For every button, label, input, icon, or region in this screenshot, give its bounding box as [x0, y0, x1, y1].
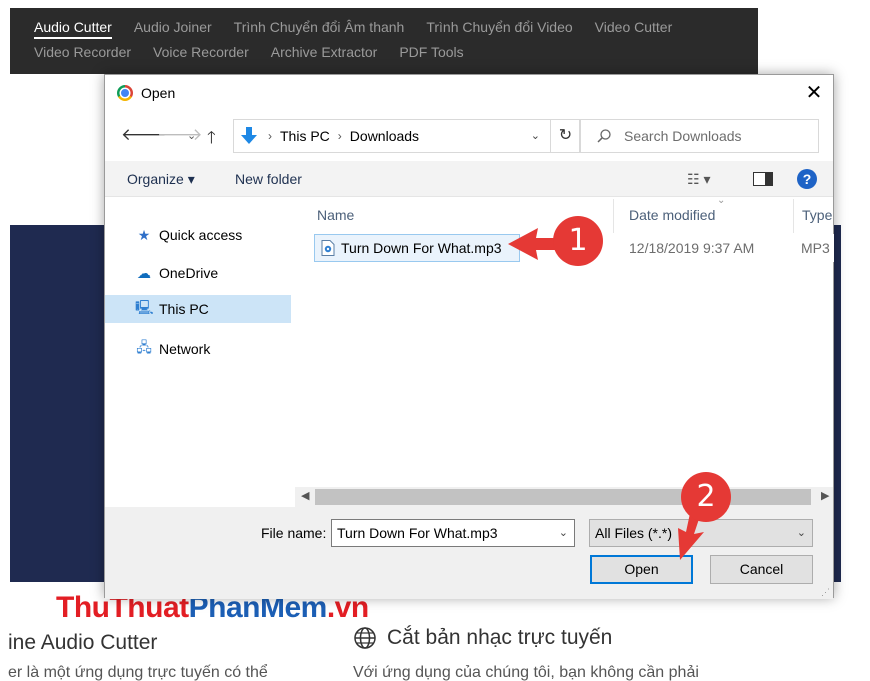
cloud-icon: ☁ — [137, 264, 151, 281]
globe-icon — [354, 627, 376, 649]
callout-badge-2: 2 — [681, 472, 731, 522]
nav-pane-onedrive[interactable]: ☁ OneDrive — [105, 259, 291, 287]
nav-pdf-tools[interactable]: PDF Tools — [399, 44, 463, 60]
feature-heading-right: Cắt bản nhạc trực tuyến — [353, 626, 612, 650]
command-bar: Organize ▾ New folder ☷ ▾ ? — [105, 161, 833, 197]
file-name-label: File name: — [261, 525, 327, 541]
file-name-input[interactable]: Turn Down For What.mp3 ⌄ — [331, 519, 575, 547]
column-header-date[interactable]: Date modified — [629, 207, 715, 223]
site-nav-row-2: Video Recorder Voice Recorder Archive Ex… — [34, 44, 464, 60]
nav-audio-joiner[interactable]: Audio Joiner — [134, 19, 212, 39]
horizontal-scrollbar[interactable]: ◀ ▶ — [295, 487, 833, 507]
nav-archive-extractor[interactable]: Archive Extractor — [271, 44, 378, 60]
organize-button[interactable]: Organize ▾ — [127, 171, 195, 188]
scroll-right-icon[interactable]: ▶ — [821, 489, 829, 502]
search-input[interactable]: Search Downloads — [579, 119, 819, 153]
nav-pane-label: Network — [159, 341, 211, 357]
up-arrow-icon[interactable]: 🡑 — [207, 125, 216, 154]
column-header-type[interactable]: Type — [802, 207, 832, 223]
column-divider[interactable] — [613, 199, 614, 233]
cancel-button[interactable]: Cancel — [710, 555, 813, 584]
file-date: 12/18/2019 9:37 AM — [629, 240, 755, 256]
new-folder-button[interactable]: New folder — [235, 171, 302, 187]
search-icon — [597, 129, 611, 143]
column-header-name[interactable]: Name — [317, 207, 354, 223]
nav-pane-this-pc[interactable]: 🖳 This PC — [105, 295, 291, 323]
nav-pane-quick-access[interactable]: ★ Quick access — [105, 221, 291, 249]
nav-audio-cutter[interactable]: Audio Cutter — [34, 19, 112, 39]
breadcrumb-this-pc[interactable]: This PC — [280, 128, 330, 144]
nav-pane-label: This PC — [159, 301, 209, 317]
file-type-value: All Files (*.*) — [595, 525, 673, 541]
feature-heading-left: ine Audio Cutter — [8, 631, 158, 654]
nav-pane-label: Quick access — [159, 227, 243, 243]
site-nav-row-1: Audio Cutter Audio Joiner Trình Chuyển đ… — [34, 19, 672, 39]
feature-text-left: er là một ứng dụng trực tuyến có thể — [8, 664, 268, 681]
screen: Audio Cutter Audio Joiner Trình Chuyển đ… — [0, 0, 870, 681]
downloads-folder-icon — [241, 127, 257, 144]
dialog-navigation-bar: 🡐 🡒 ⌄ 🡑 › This PC › Downloads ⌄ ↻ Search… — [105, 113, 833, 157]
nav-video-recorder[interactable]: Video Recorder — [34, 44, 131, 60]
scrollbar-thumb[interactable] — [315, 489, 811, 505]
nav-audio-converter[interactable]: Trình Chuyển đổi Âm thanh — [234, 19, 405, 39]
breadcrumb-separator-icon: › — [268, 129, 272, 143]
breadcrumb-separator-icon: › — [337, 129, 342, 143]
close-button[interactable]: ✕ — [795, 79, 833, 107]
file-name-value: Turn Down For What.mp3 — [337, 525, 498, 541]
nav-video-converter[interactable]: Trình Chuyển đổi Video — [426, 19, 572, 39]
callout-badge-1: 1 — [553, 216, 603, 266]
feature-heading-right-text: Cắt bản nhạc trực tuyến — [387, 626, 613, 649]
open-file-dialog: Open ✕ 🡐 🡒 ⌄ 🡑 › This PC › Downloads ⌄ ↻… — [104, 74, 834, 599]
feature-text-right: Với ứng dụng của chúng tôi, bạn không cầ… — [353, 664, 699, 681]
chrome-icon — [117, 85, 133, 101]
nav-voice-recorder[interactable]: Voice Recorder — [153, 44, 249, 60]
computer-icon: 🖳 — [135, 299, 154, 315]
audio-file-icon — [321, 240, 335, 256]
sort-indicator-icon: ⌄ — [717, 195, 726, 206]
breadcrumb-downloads[interactable]: Downloads — [350, 128, 419, 144]
preview-pane-icon[interactable] — [753, 172, 773, 186]
nav-pane-network[interactable]: 🖧 Network — [105, 335, 291, 363]
dialog-footer: File name: Turn Down For What.mp3 ⌄ All … — [105, 507, 833, 599]
view-options-icon[interactable]: ☷ ▾ — [687, 171, 710, 188]
file-type: MP3 — [801, 240, 830, 256]
refresh-button[interactable]: ↻ — [551, 119, 581, 153]
nav-video-cutter[interactable]: Video Cutter — [595, 19, 673, 39]
dialog-title: Open — [141, 85, 176, 101]
refresh-icon: ↻ — [558, 127, 573, 144]
dialog-titlebar: Open ✕ — [105, 75, 833, 111]
file-name: Turn Down For What.mp3 — [341, 240, 502, 256]
nav-pane-label: OneDrive — [159, 265, 219, 281]
column-divider[interactable] — [793, 199, 794, 233]
resize-grip-icon[interactable]: ⋰ — [821, 587, 830, 598]
chevron-down-icon[interactable]: ⌄ — [797, 520, 806, 546]
star-icon: ★ — [137, 226, 151, 243]
network-icon: 🖧 — [136, 339, 152, 355]
chevron-down-icon[interactable]: ⌄ — [531, 129, 540, 142]
scroll-left-icon[interactable]: ◀ — [301, 489, 309, 502]
site-nav-bar: Audio Cutter Audio Joiner Trình Chuyển đ… — [10, 8, 758, 74]
navigation-pane: ★ Quick access ☁ OneDrive 🖳 This PC 🖧 Ne… — [105, 197, 293, 487]
search-placeholder: Search Downloads — [624, 128, 742, 144]
chevron-down-icon[interactable]: ⌄ — [559, 520, 568, 546]
recent-locations-chevron-icon[interactable]: ⌄ — [187, 129, 196, 142]
address-bar[interactable]: › This PC › Downloads ⌄ — [233, 119, 551, 153]
help-button[interactable]: ? — [797, 169, 817, 189]
